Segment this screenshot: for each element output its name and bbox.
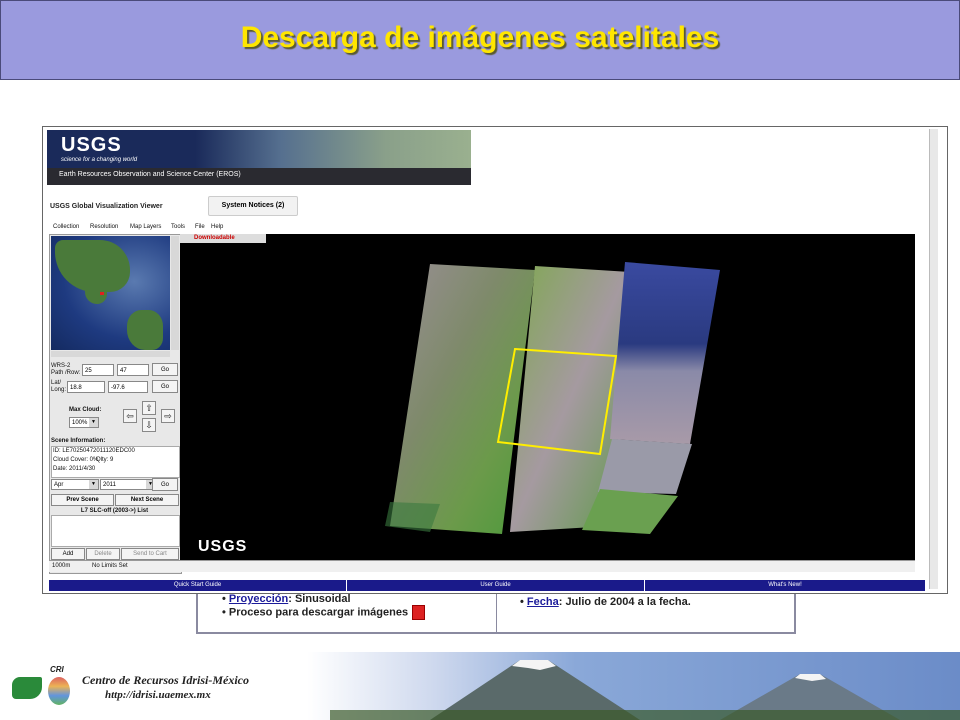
pan-left-icon[interactable]: ⇦ xyxy=(123,409,137,423)
scene-list-title: L7 SLC-off (2003->) List xyxy=(80,508,149,514)
proceso-link[interactable]: Proceso para descargar imágenes xyxy=(229,606,408,618)
cri-logo: CRI xyxy=(12,665,74,713)
menu-file[interactable]: File xyxy=(195,224,205,230)
chevron-down-icon: ▼ xyxy=(89,418,98,427)
menu-tools[interactable]: Tools xyxy=(171,224,185,230)
chevron-down-icon: ▼ xyxy=(89,480,98,489)
latlong-label: Lat/ Long: xyxy=(51,380,67,393)
go-button-latlong[interactable]: Go xyxy=(152,380,178,393)
location-marker-icon xyxy=(100,292,104,295)
system-notices-button[interactable]: System Notices (2) xyxy=(208,196,298,216)
bullet-proceso: • Proceso para descargar imágenes xyxy=(222,605,426,620)
control-panel: WRS-2 Path /Row: 25 47 Go Lat/ Long: 18.… xyxy=(49,234,182,574)
south-america-land xyxy=(127,310,163,350)
pan-up-icon[interactable]: ⇧ xyxy=(142,401,156,415)
usgs-tagline: science for a changing world xyxy=(61,157,138,163)
menu-collection[interactable]: Collection xyxy=(53,224,79,230)
center-name: Centro de Recursos Idrisi-México xyxy=(82,673,250,687)
delete-button[interactable]: Delete xyxy=(86,548,120,560)
scene-list[interactable] xyxy=(51,515,180,547)
globe-icon xyxy=(48,677,70,705)
scene-tile-west xyxy=(390,264,535,534)
window-vscroll[interactable] xyxy=(929,129,938,589)
pan-right-icon[interactable]: ⇨ xyxy=(161,409,175,423)
row-field[interactable]: 47 xyxy=(117,364,149,376)
long-field[interactable]: -97.6 xyxy=(108,381,148,393)
center-url[interactable]: http://idrisi.uaemex.mx xyxy=(105,689,211,701)
proyeccion-link[interactable]: Proyección xyxy=(229,593,288,605)
add-button[interactable]: Add xyxy=(51,548,85,560)
menu-resolution[interactable]: Resolution xyxy=(90,224,118,230)
map-usgs-logo: USGS xyxy=(198,538,248,555)
go-button-path[interactable]: Go xyxy=(152,363,178,376)
overview-map[interactable] xyxy=(51,236,170,350)
lat-field[interactable]: 18.8 xyxy=(67,381,105,393)
viewer-title: USGS Global Visualization Viewer xyxy=(50,203,163,210)
status-bar: 1000m No Limits Set xyxy=(49,560,915,572)
scene-info-label: Scene Information: xyxy=(51,438,106,444)
month-select[interactable]: Apr ▼ xyxy=(51,479,99,490)
quick-start-guide-link[interactable]: Quick Start Guide xyxy=(49,580,347,591)
cloud-cover: Cloud Cover: 0% xyxy=(53,457,99,463)
fecha-link[interactable]: Fecha xyxy=(527,596,559,608)
resolution-status: 1000m xyxy=(52,563,71,569)
bullet-proyeccion: • Proyección: Sinusoidal xyxy=(222,593,351,605)
send-to-cart-button[interactable]: Send to Cart xyxy=(121,548,179,560)
pdf-icon[interactable] xyxy=(412,605,426,620)
slide-title: Descarga de imágenes satelitales xyxy=(240,21,720,54)
scene-map-view[interactable]: Downloadable USGS xyxy=(180,234,915,560)
year-select[interactable]: 2011 ▼ xyxy=(100,479,156,490)
scene-date: Date: 2011/4/30 xyxy=(53,466,96,472)
path-field[interactable]: 25 xyxy=(82,364,114,376)
menu-map-layers[interactable]: Map Layers xyxy=(130,224,161,230)
user-guide-link[interactable]: User Guide xyxy=(347,580,645,591)
quality: Qlty: 9 xyxy=(96,457,114,463)
go-button-date[interactable]: Go xyxy=(152,478,178,491)
next-scene-button[interactable]: Next Scene xyxy=(115,494,179,506)
scene-info-box: ID: LE70250472011120EDC00 Cloud Cover: 0… xyxy=(51,446,180,478)
menu-bar: Collection Resolution Map Layers Tools F… xyxy=(49,223,915,234)
banner-subtitle: Earth Resources Observation and Science … xyxy=(59,171,241,178)
cri-logo-text: CRI xyxy=(50,665,64,674)
prev-scene-button[interactable]: Prev Scene xyxy=(51,494,114,506)
help-links-bar: Quick Start Guide User Guide What's New! xyxy=(49,580,925,591)
limits-status: No Limits Set xyxy=(92,563,128,569)
wrs-label: WRS-2 Path /Row: xyxy=(51,363,81,376)
pan-down-icon[interactable]: ⇩ xyxy=(142,418,156,432)
mexico-land xyxy=(85,286,107,304)
scene-id: ID: LE70250472011120EDC00 xyxy=(53,448,135,454)
mexico-map-icon xyxy=(12,677,42,699)
slide-header: Descarga de imágenes satelitales xyxy=(0,0,960,80)
north-america-land xyxy=(55,240,130,292)
glovis-window: USGS science for a changing world Earth … xyxy=(42,126,948,594)
scene-imagery xyxy=(385,262,720,534)
whats-new-link[interactable]: What's New! xyxy=(645,580,925,591)
scene-tile-east xyxy=(610,262,720,444)
max-cloud-label: Max Cloud: xyxy=(69,407,102,413)
scene-tile-east-lower xyxy=(598,439,692,494)
usgs-banner: USGS science for a changing world Earth … xyxy=(47,130,471,185)
usgs-logo[interactable]: USGS xyxy=(61,134,122,157)
overview-vscroll[interactable] xyxy=(171,236,179,350)
overview-hscroll[interactable] xyxy=(51,351,170,357)
max-cloud-select[interactable]: 100% ▼ xyxy=(69,417,99,428)
bullet-fecha: • Fecha: Julio de 2004 a la fecha. xyxy=(520,596,691,608)
menu-help[interactable]: Help xyxy=(211,224,223,230)
